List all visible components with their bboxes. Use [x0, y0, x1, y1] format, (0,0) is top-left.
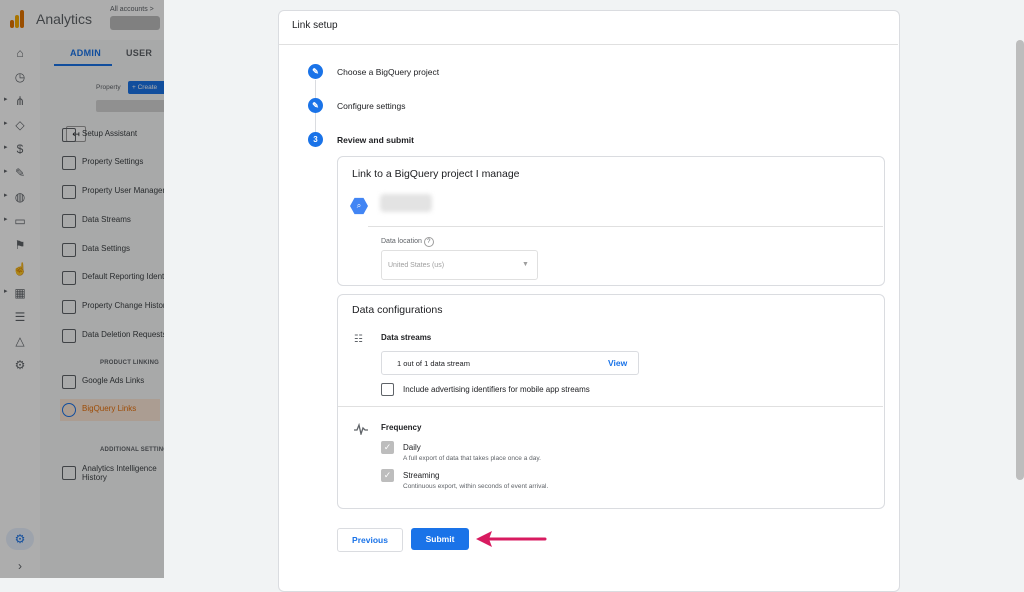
- daily-label: Daily: [403, 443, 421, 452]
- daily-checkbox[interactable]: ✓: [381, 441, 394, 454]
- step-number: 3: [308, 132, 323, 147]
- scrollbar[interactable]: [1016, 40, 1024, 480]
- help-icon[interactable]: ?: [423, 237, 434, 247]
- data-streams-icon: ☷: [354, 334, 363, 345]
- include-ad-ids-checkbox[interactable]: [381, 383, 394, 396]
- streaming-description: Continuous export, within seconds of eve…: [403, 483, 549, 490]
- streaming-checkbox[interactable]: ✓: [381, 469, 394, 482]
- link-panel-divider: [368, 226, 883, 227]
- include-ad-ids-label: Include advertising identifiers for mobi…: [403, 385, 590, 394]
- data-location-label: Data location ?: [381, 237, 434, 247]
- config-panel-heading: Data configurations: [352, 304, 443, 316]
- pointer-arrow: [474, 529, 548, 549]
- view-streams-link[interactable]: View: [608, 358, 627, 368]
- streaming-label: Streaming: [403, 471, 440, 480]
- step-edit-icon[interactable]: ✎: [308, 98, 323, 113]
- submit-button[interactable]: Submit: [411, 528, 469, 550]
- step-label-current: Review and submit: [337, 135, 414, 145]
- title-divider: [279, 44, 898, 45]
- data-location-value: United States (us): [388, 262, 445, 269]
- previous-button[interactable]: Previous: [337, 528, 403, 552]
- step-label[interactable]: Configure settings: [337, 101, 406, 111]
- step-label[interactable]: Choose a BigQuery project: [337, 67, 439, 77]
- drawer-title: Link setup: [292, 20, 338, 31]
- step-edit-icon[interactable]: ✎: [308, 64, 323, 79]
- dropdown-arrow-icon: ▼: [522, 261, 529, 268]
- daily-description: A full export of data that takes place o…: [403, 455, 541, 462]
- frequency-pulse-icon: [354, 422, 368, 437]
- link-panel-heading: Link to a BigQuery project I manage: [352, 168, 520, 180]
- frequency-label: Frequency: [381, 423, 422, 432]
- data-streams-label: Data streams: [381, 333, 432, 342]
- data-location-select[interactable]: United States (us) ▼: [381, 250, 538, 280]
- data-streams-box: 1 out of 1 data stream View: [381, 351, 639, 375]
- data-streams-count: 1 out of 1 data stream: [397, 359, 470, 368]
- config-panel-divider: [338, 406, 883, 407]
- project-name-redacted: [380, 194, 432, 212]
